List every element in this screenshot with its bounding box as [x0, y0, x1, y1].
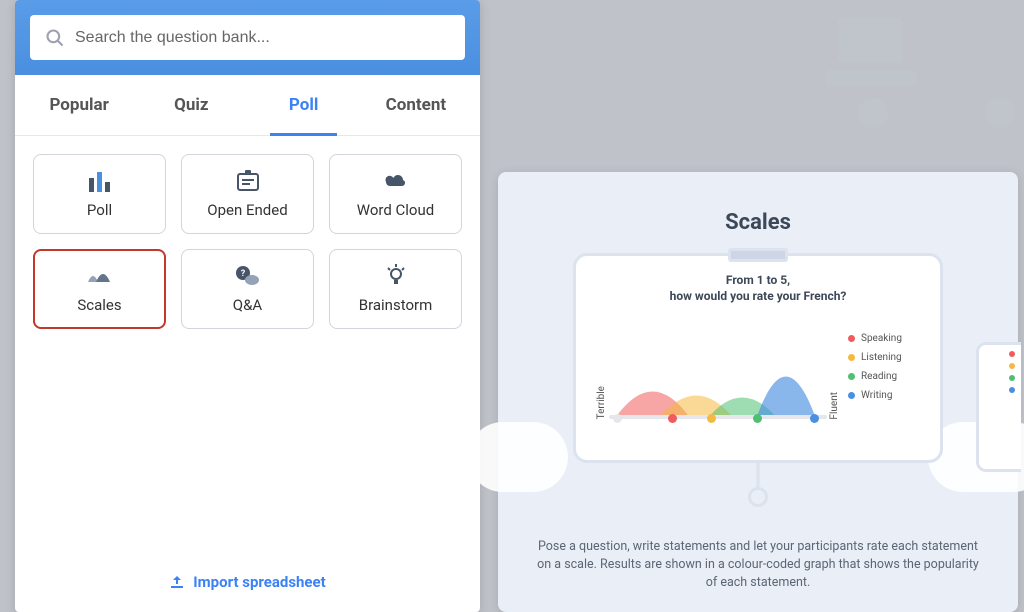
chart-body: Terrible Fluent: [596, 314, 920, 419]
question-type-panel: Popular Quiz Poll Content Poll Open Ende…: [15, 0, 480, 612]
axis-low-label: Terrible: [596, 380, 607, 419]
card-label: Poll: [87, 201, 112, 219]
card-poll[interactable]: Poll: [33, 154, 166, 234]
side-preview-right: [976, 342, 1021, 472]
question-type-grid: Poll Open Ended Word Cloud Scales ? Q&A: [15, 136, 480, 347]
tab-poll[interactable]: Poll: [248, 75, 360, 135]
card-label: Open Ended: [207, 201, 287, 219]
card-qa[interactable]: ? Q&A: [181, 249, 314, 329]
text-box-icon: [236, 169, 260, 193]
legend-item-writing: Writing: [848, 390, 920, 401]
tab-content[interactable]: Content: [360, 75, 472, 135]
card-label: Scales: [77, 296, 121, 314]
qa-icon: ?: [235, 264, 261, 288]
brainstorm-icon: [385, 264, 407, 288]
card-scales[interactable]: Scales: [33, 249, 166, 329]
chart-legend: Speaking Listening Reading Writing: [840, 314, 920, 419]
card-open-ended[interactable]: Open Ended: [181, 154, 314, 234]
chart-title: From 1 to 5, how would you rate your Fre…: [596, 272, 920, 304]
search-header: [15, 0, 480, 75]
preview-panel: Scales From 1 to 5, how would you rate y…: [498, 172, 1018, 612]
chart-area: [609, 314, 827, 419]
svg-text:?: ?: [240, 269, 245, 279]
preview-description: Pose a question, write statements and le…: [523, 532, 993, 592]
upload-icon: [169, 574, 185, 590]
preview-monitor: From 1 to 5, how would you rate your Fre…: [573, 253, 943, 523]
card-label: Q&A: [233, 296, 262, 314]
category-tabs: Popular Quiz Poll Content: [15, 75, 480, 136]
card-label: Word Cloud: [357, 201, 434, 219]
card-brainstorm[interactable]: Brainstorm: [329, 249, 462, 329]
card-word-cloud[interactable]: Word Cloud: [329, 154, 462, 234]
import-row: Import spreadsheet: [15, 555, 480, 612]
import-spreadsheet-link[interactable]: Import spreadsheet: [169, 573, 325, 591]
legend-item-reading: Reading: [848, 371, 920, 382]
search-icon: [45, 28, 65, 48]
search-box[interactable]: [30, 15, 465, 60]
axis-high-label: Fluent: [829, 386, 840, 420]
import-label: Import spreadsheet: [193, 573, 325, 591]
bar-chart-icon: [87, 169, 113, 193]
search-input[interactable]: [75, 29, 450, 47]
preview-heading: Scales: [725, 210, 791, 235]
card-label: Brainstorm: [359, 296, 433, 314]
tab-quiz[interactable]: Quiz: [135, 75, 247, 135]
legend-item-listening: Listening: [848, 352, 920, 363]
legend-item-speaking: Speaking: [848, 333, 920, 344]
scales-icon: [86, 264, 114, 288]
cloud-icon: [382, 169, 410, 193]
tab-popular[interactable]: Popular: [23, 75, 135, 135]
